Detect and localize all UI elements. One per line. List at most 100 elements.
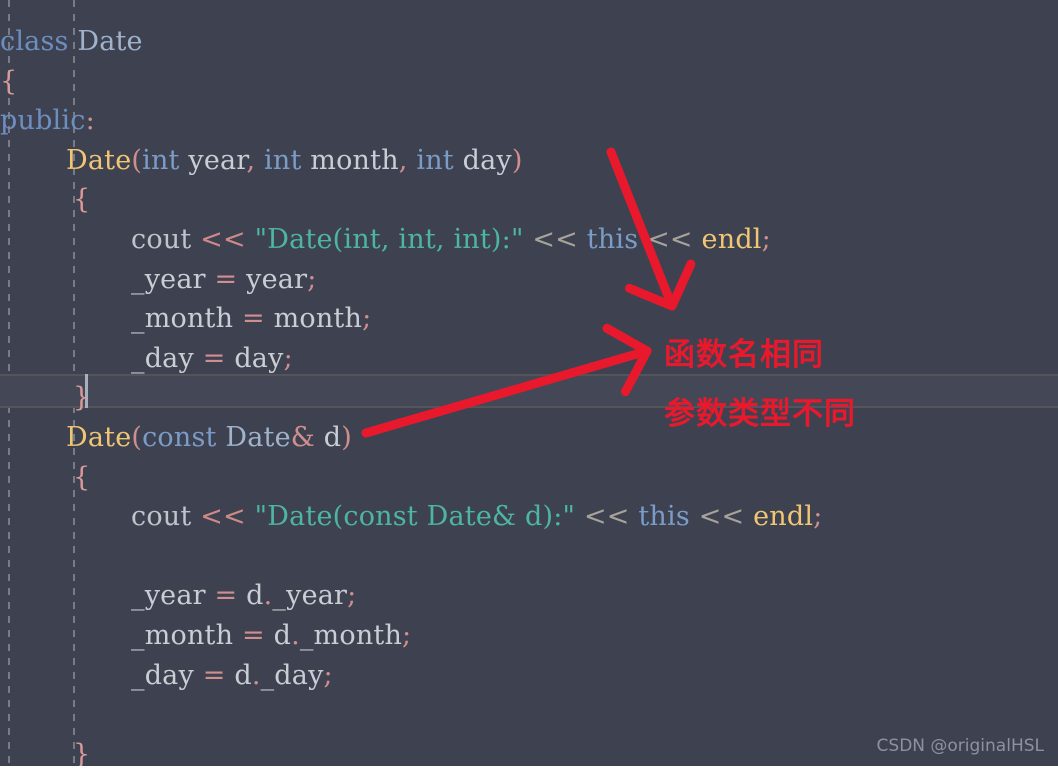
- code-token: "Date(const Date& d):": [254, 501, 576, 533]
- code-token: =: [193, 342, 235, 374]
- code-token: _year: [131, 580, 206, 612]
- code-token: const: [142, 422, 217, 453]
- code-token: ;: [307, 263, 317, 295]
- code-token: class: [0, 26, 78, 57]
- code-token: cout: [131, 501, 192, 533]
- code-token: month: [273, 303, 363, 335]
- code-token: }: [73, 382, 91, 414]
- code-line[interactable]: _day = day;: [0, 339, 1058, 379]
- code-line[interactable]: public:: [0, 101, 1058, 141]
- code-token: ;: [402, 620, 412, 651]
- annotation-note-different-param-types: 参数类型不同: [664, 396, 856, 432]
- code-token: Date: [225, 422, 291, 453]
- code-line-content: _month = d._month;: [0, 620, 411, 651]
- code-token: ,: [398, 144, 417, 176]
- code-line-content: class Date: [0, 26, 143, 57]
- code-line-content: {: [0, 184, 90, 215]
- code-line[interactable]: Date(int year, int month, int day): [0, 141, 1058, 181]
- code-token: int: [142, 144, 180, 176]
- code-token: year: [246, 263, 308, 295]
- code-token: _year: [131, 263, 206, 295]
- code-line[interactable]: cout << "Date(int, int, int):" << this <…: [0, 220, 1058, 260]
- code-token: Date: [77, 26, 143, 57]
- code-token: month: [301, 144, 399, 176]
- code-token: ): [341, 422, 353, 453]
- code-token: ;: [362, 303, 372, 335]
- code-token: =: [233, 620, 274, 651]
- code-line-content: public:: [0, 105, 95, 136]
- code-token: ;: [813, 501, 823, 533]
- code-token: <<: [638, 224, 702, 255]
- code-line[interactable]: cout << "Date(const Date& d):" << this <…: [0, 497, 1058, 537]
- code-token: day: [234, 342, 284, 374]
- code-line[interactable]: {: [0, 180, 1058, 220]
- code-token: int: [264, 144, 302, 176]
- code-line-content: }: [0, 382, 90, 413]
- code-token: cout: [131, 224, 192, 255]
- code-line[interactable]: [0, 537, 1058, 577]
- code-line[interactable]: Date(const Date& d): [0, 418, 1058, 458]
- code-token: =: [205, 263, 247, 295]
- code-editor[interactable]: class Date { public: Date(int year, int mon…: [0, 0, 1058, 766]
- code-line-content: cout << "Date(const Date& d):" << this <…: [0, 501, 823, 532]
- watermark-text: CSDN @originalHSL: [876, 736, 1044, 756]
- code-line[interactable]: _month = month;: [0, 299, 1058, 339]
- code-token: <<: [523, 224, 587, 255]
- code-line[interactable]: _month = d._month;: [0, 616, 1058, 656]
- code-token: {: [73, 184, 91, 216]
- code-token: endl: [753, 501, 814, 533]
- code-line-content: _month = month;: [0, 303, 371, 334]
- code-token: public: [0, 105, 86, 137]
- code-line-content: _day = d._day;: [0, 660, 333, 691]
- code-token: _day: [260, 659, 324, 691]
- code-token: &: [290, 422, 315, 453]
- code-token: Date: [66, 422, 132, 453]
- code-token: this: [586, 224, 639, 255]
- code-token: ;: [761, 224, 771, 255]
- code-line-content: _year = year;: [0, 264, 316, 295]
- code-token: d: [315, 422, 342, 453]
- code-token: ;: [283, 342, 293, 374]
- code-token: }: [73, 738, 91, 766]
- code-token: year: [179, 144, 247, 176]
- code-line[interactable]: _year = d._year;: [0, 576, 1058, 616]
- code-token: =: [193, 659, 235, 691]
- annotation-note-same-function-name: 函数名相同: [664, 337, 824, 373]
- code-line[interactable]: {: [0, 62, 1058, 102]
- code-token: <<: [191, 501, 255, 533]
- code-line-content: {: [0, 66, 17, 97]
- code-token: _month: [131, 620, 234, 651]
- code-token: :: [85, 105, 95, 137]
- code-line-content: }: [0, 739, 90, 766]
- code-token: <<: [575, 501, 639, 533]
- code-token: _month: [299, 620, 403, 651]
- code-line-content: Date(int year, int month, int day): [0, 145, 523, 176]
- code-line[interactable]: [0, 695, 1058, 735]
- code-token: _day: [131, 659, 194, 691]
- code-token: "Date(int, int, int):": [254, 224, 524, 255]
- code-token: =: [233, 303, 274, 335]
- code-token: =: [205, 580, 247, 612]
- code-line-content: _day = day;: [0, 343, 293, 374]
- code-token: this: [638, 501, 690, 533]
- code-line-content: cout << "Date(int, int, int):" << this <…: [0, 224, 771, 255]
- code-token: ;: [323, 659, 333, 691]
- code-token: <<: [191, 224, 255, 255]
- code-token: d: [234, 659, 252, 691]
- code-line[interactable]: class Date: [0, 22, 1058, 62]
- code-line[interactable]: _year = year;: [0, 260, 1058, 300]
- code-token: {: [73, 461, 91, 493]
- code-token: int: [416, 144, 454, 176]
- code-token: <<: [689, 501, 754, 533]
- code-line-content: _year = d._year;: [0, 580, 356, 611]
- code-line[interactable]: _day = d._day;: [0, 656, 1058, 696]
- code-line[interactable]: {: [0, 458, 1058, 498]
- code-token: d: [246, 580, 264, 612]
- code-token: ): [511, 144, 523, 176]
- code-token: endl: [701, 224, 762, 255]
- code-line[interactable]: }: [0, 378, 1058, 418]
- code-screenshot: class Date { public: Date(int year, int mon…: [0, 0, 1058, 776]
- code-token: d: [273, 620, 292, 651]
- code-line-content: {: [0, 462, 90, 493]
- code-token: .: [251, 659, 261, 691]
